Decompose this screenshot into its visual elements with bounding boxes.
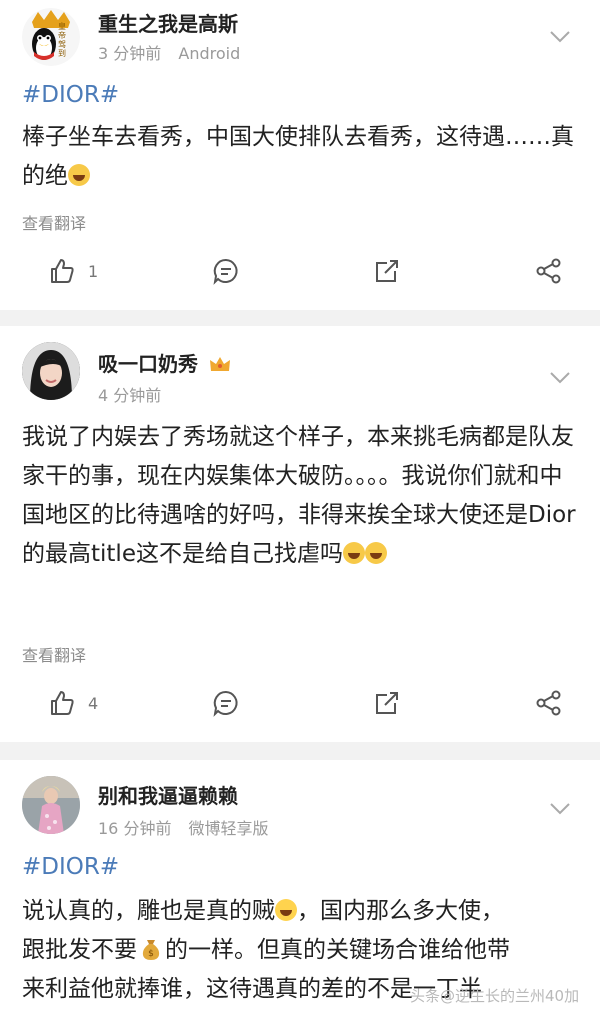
chevron-down-icon[interactable] — [549, 30, 571, 44]
post-meta: 4 分钟前 — [98, 382, 161, 406]
comment-icon — [213, 258, 238, 285]
post-text: 我说了内娱去了秀场就这个样子，本来挑毛病都是队友家干的事，现在内娱集体大破防。。… — [22, 418, 578, 574]
post-text-segment: ，国内那么多大使， — [297, 898, 504, 924]
translate-link[interactable]: 查看翻译 — [22, 642, 86, 666]
post-card: 吸一口奶秀 4 分钟前 我说了内娱去了秀场就这个样子，本来挑毛病都是队友家干的事… — [0, 326, 600, 742]
post-time: 4 分钟前 — [98, 386, 162, 405]
action-bar: 4 — [0, 686, 600, 720]
avatar-badge-text: 皇帝驾到 — [58, 22, 66, 58]
post-text-content: 我说了内娱去了秀场就这个样子，本来挑毛病都是队友家干的事，现在内娱集体大破防。。… — [22, 424, 576, 567]
laughing-emoji-icon — [364, 542, 387, 564]
thumbs-up-icon — [51, 691, 74, 715]
hashtag-link[interactable]: #DIOR# — [22, 82, 119, 108]
user-photo-icon — [22, 776, 80, 834]
chevron-down-icon[interactable] — [549, 371, 571, 385]
username[interactable]: 重生之我是高斯 — [98, 8, 238, 37]
crown-icon — [209, 357, 230, 371]
post-source: 微博轻享版 — [188, 819, 269, 838]
share-icon — [536, 690, 561, 716]
post-text-segment: 的一样。但真的关键场合谁给他带 — [165, 937, 510, 963]
repost-icon — [376, 260, 398, 282]
post-text-line: 说认真的，雕也是真的贼 ，国内那么多大使， — [22, 892, 578, 931]
post-card: 皇帝驾到 重生之我是高斯 3 分钟前 Android #DIOR# 棒子坐车去看… — [0, 0, 600, 310]
post-time: 3 分钟前 — [98, 44, 162, 63]
repost-button[interactable] — [373, 686, 401, 720]
post-text-segment: 说认真的，雕也是真的贼 — [22, 898, 275, 924]
repost-icon — [376, 692, 398, 714]
post-text-line: 跟批发不要 $ 的一样。但真的关键场合谁给他带 — [22, 931, 578, 970]
avatar[interactable]: 皇帝驾到 — [22, 8, 80, 66]
username[interactable]: 别和我逼逼赖赖 — [98, 780, 238, 809]
laughing-emoji-icon — [342, 542, 365, 564]
chevron-down-icon[interactable] — [549, 802, 571, 816]
username[interactable]: 吸一口奶秀 — [98, 348, 231, 377]
user-photo-icon — [22, 342, 80, 400]
post-text-content: 棒子坐车去看秀，中国大使排队去看秀，这待遇……真的绝 — [22, 124, 574, 189]
thumbs-up-icon — [51, 259, 74, 283]
comment-icon — [213, 690, 238, 717]
post-text-segment: 跟批发不要 — [22, 937, 137, 963]
avatar[interactable] — [22, 776, 80, 834]
post-text: 棒子坐车去看秀，中国大使排队去看秀，这待遇……真的绝 — [22, 118, 578, 196]
action-bar: 1 — [0, 254, 600, 288]
post-meta: 16 分钟前 微博轻享版 — [98, 815, 269, 839]
comment-button[interactable] — [212, 686, 240, 720]
avatar[interactable] — [22, 342, 80, 400]
share-button[interactable] — [535, 254, 563, 288]
post-separator — [0, 310, 600, 326]
like-count: 1 — [88, 261, 99, 281]
post-meta: 3 分钟前 Android — [98, 40, 240, 64]
svg-text:$: $ — [148, 949, 154, 959]
like-count: 4 — [88, 693, 99, 713]
post-time: 16 分钟前 — [98, 819, 172, 838]
translate-link[interactable]: 查看翻译 — [22, 210, 86, 234]
like-button[interactable]: 4 — [48, 686, 98, 720]
share-button[interactable] — [535, 686, 563, 720]
username-text: 吸一口奶秀 — [98, 352, 198, 376]
laughing-emoji-icon — [68, 164, 90, 186]
post-source: Android — [178, 44, 241, 63]
post-card: 别和我逼逼赖赖 16 分钟前 微博轻享版 #DIOR# 说认真的，雕也是真的贼 ，… — [0, 760, 600, 1020]
repost-button[interactable] — [373, 254, 401, 288]
hashtag-link[interactable]: #DIOR# — [22, 854, 119, 880]
laughing-emoji-icon — [275, 899, 297, 921]
comment-button[interactable] — [212, 254, 240, 288]
money-bag-icon: $ — [142, 940, 160, 960]
watermark: 头条@逆生长的兰州40加 — [410, 987, 580, 1005]
share-icon — [536, 258, 561, 284]
post-separator — [0, 742, 600, 760]
like-button[interactable]: 1 — [48, 254, 98, 288]
